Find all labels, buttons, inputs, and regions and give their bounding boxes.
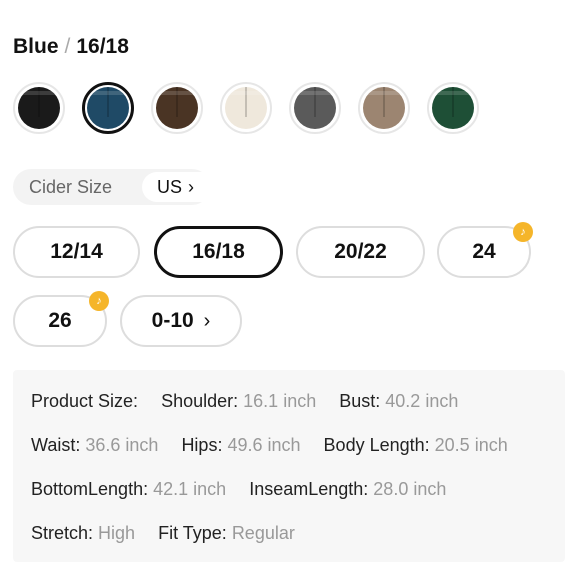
swatch-fill — [363, 87, 405, 129]
chevron-right-icon: › — [203, 309, 211, 332]
stretch-label: Stretch: — [31, 523, 94, 543]
size-option-20-22[interactable]: 20/22 — [296, 226, 425, 278]
title-separator: / — [64, 35, 71, 58]
size-option-label: 0-10 — [151, 309, 194, 332]
product-size-details: Product Size: Shoulder: 16.1 inch Bust: … — [13, 370, 565, 562]
low-stock-clock-icon: ♪ — [513, 222, 533, 242]
size-system-selector: Cider Size US › — [13, 169, 220, 205]
bottom-length-value: 42.1 inch — [153, 479, 227, 499]
size-option-label: 12/14 — [50, 240, 103, 263]
hips-label: Hips: — [181, 435, 223, 455]
swatch-fill — [432, 87, 474, 129]
swatch-fill — [156, 87, 198, 129]
details-row-4: Stretch: High Fit Type: Regular — [31, 523, 313, 544]
swatch-fill — [294, 87, 336, 129]
bust-value: 40.2 inch — [385, 391, 459, 411]
swatch-fill — [18, 87, 60, 129]
swatch-fill — [87, 87, 129, 129]
details-row-1: Product Size: Shoulder: 16.1 inch Bust: … — [31, 391, 476, 412]
size-region-value: US — [157, 177, 183, 197]
size-option-26[interactable]: 26 ♪ — [13, 291, 109, 347]
bust-label: Bust: — [339, 391, 381, 411]
size-option-12-14[interactable]: 12/14 — [13, 226, 140, 278]
color-swatch-taupe[interactable] — [358, 82, 410, 134]
selected-color-name: Blue — [13, 35, 59, 58]
size-option-label: 20/22 — [334, 240, 387, 263]
product-size-label: Product Size: — [31, 391, 139, 411]
body-length-value: 20.5 inch — [434, 435, 508, 455]
shoulder-value: 16.1 inch — [243, 391, 317, 411]
color-swatch-grey[interactable] — [289, 82, 341, 134]
size-option-label: 26 — [48, 309, 72, 332]
body-length-label: Body Length: — [323, 435, 430, 455]
color-swatch-brown[interactable] — [151, 82, 203, 134]
color-swatch-cream[interactable] — [220, 82, 272, 134]
waist-label: Waist: — [31, 435, 81, 455]
fit-type-label: Fit Type: — [158, 523, 227, 543]
swatch-fill — [225, 87, 267, 129]
color-swatch-blue[interactable] — [82, 82, 134, 134]
size-option-16-18[interactable]: 16/18 — [154, 226, 283, 278]
bottom-length-label: BottomLength: — [31, 479, 149, 499]
hips-value: 49.6 inch — [227, 435, 301, 455]
chevron-right-icon: › — [188, 177, 195, 197]
size-option-label: 24 — [472, 240, 496, 263]
details-row-3: BottomLength: 42.1 inch InseamLength: 28… — [31, 479, 464, 500]
product-selection-title: Blue/16/18 — [13, 34, 129, 60]
shoulder-label: Shoulder: — [161, 391, 239, 411]
inseam-length-value: 28.0 inch — [373, 479, 447, 499]
size-option-label: 16/18 — [192, 240, 245, 263]
low-stock-clock-icon: ♪ — [89, 291, 109, 311]
fit-type-value: Regular — [231, 523, 295, 543]
selected-size: 16/18 — [76, 35, 129, 58]
size-option-0-10[interactable]: 0-10 › — [120, 295, 242, 347]
size-option-24[interactable]: 24 ♪ — [437, 222, 533, 278]
waist-value: 36.6 inch — [85, 435, 159, 455]
color-swatch-green[interactable] — [427, 82, 479, 134]
color-swatch-black[interactable] — [13, 82, 65, 134]
details-row-2: Waist: 36.6 inch Hips: 49.6 inch Body Le… — [31, 435, 526, 456]
size-region-dropdown[interactable]: US › — [142, 172, 220, 202]
inseam-length-label: InseamLength: — [249, 479, 369, 499]
stretch-value: High — [98, 523, 136, 543]
size-system-label: Cider Size — [29, 177, 113, 197]
